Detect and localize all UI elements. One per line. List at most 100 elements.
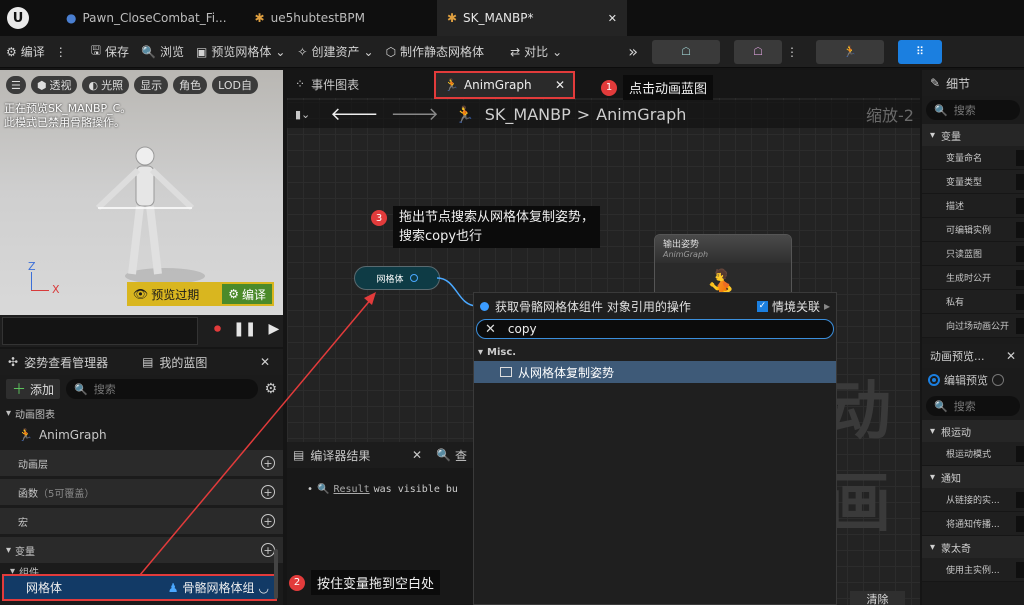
tab-animgraph[interactable]: 🏃 AnimGraph ✕ — [434, 71, 575, 99]
chevron-right-icon: ▸ — [823, 299, 830, 313]
section-root-motion[interactable]: ▾ 根运动 — [922, 420, 1024, 442]
tab-pawn-closecombat[interactable]: ● Pawn_CloseCombat_Fi... — [56, 0, 237, 36]
blueprint-mode-button[interactable]: ⠿ — [898, 39, 942, 64]
compile-button[interactable]: ⚙ 编译 — [0, 36, 51, 68]
compile-options-button[interactable]: ⋮ — [51, 36, 71, 68]
add-circle-icon[interactable]: + — [261, 456, 275, 470]
close-icon[interactable]: ✕ — [412, 448, 422, 462]
close-icon[interactable]: ✕ — [555, 78, 565, 92]
animation-mode-button[interactable]: 🏃 — [816, 39, 884, 64]
viewport-compile-button[interactable]: ⚙ 编译 — [222, 284, 272, 304]
radio-unchecked-icon[interactable] — [992, 374, 1004, 386]
browse-button[interactable]: 🔍 浏览 — [135, 36, 190, 68]
expand-toolbar-icon[interactable]: » — [622, 36, 644, 68]
tab-pose-watch[interactable]: ✣ 姿势查看管理器 — [8, 354, 108, 371]
prop-blueprint-readonly[interactable]: 只读蓝图 — [922, 242, 1024, 266]
mesh-variable-row[interactable]: 网格体 ♟ 骨骼网格体组 ◡ — [2, 574, 277, 601]
tab-details[interactable]: ✎ 细节 — [922, 70, 1024, 96]
character-button[interactable]: 角色 — [173, 76, 208, 94]
bookmark-icon[interactable]: ▮⌄ — [295, 108, 310, 121]
compiler-message-link[interactable]: Result — [333, 484, 369, 495]
action-category-misc[interactable]: ▾ Misc. — [474, 343, 836, 361]
forward-arrow-icon[interactable]: 🡒 — [391, 104, 439, 125]
diff-button[interactable]: ⇄ 对比 ⌄ — [504, 36, 568, 68]
tab-anim-preview[interactable]: 动画预览... ✕ — [922, 344, 1024, 368]
show-button[interactable]: 显示 — [134, 76, 169, 94]
back-arrow-icon[interactable]: 🡐 — [330, 104, 378, 125]
add-circle-icon[interactable]: + — [261, 543, 275, 557]
mode-options-button[interactable]: ⋮ — [782, 36, 802, 68]
tab-find-results[interactable]: 🔍 查 — [436, 447, 467, 464]
close-icon[interactable]: ✕ — [1006, 349, 1016, 363]
variables-label: 变量 — [15, 546, 36, 558]
tab-compiler-results[interactable]: ▤ 编译器结果 ✕ — [293, 447, 422, 464]
gear-icon[interactable]: ⚙ — [264, 381, 277, 397]
preview-mesh-button[interactable]: ▣ 预览网格体 ⌄ — [190, 36, 291, 68]
mesh-get-node[interactable]: 网格体 — [354, 266, 440, 290]
viewport-menu-button[interactable]: ☰ — [6, 76, 26, 94]
context-sensitive-toggle[interactable]: ✓ 情境关联 ▸ — [756, 298, 830, 315]
add-button[interactable]: ＋ 添加 — [6, 379, 61, 399]
scrollbar[interactable] — [274, 549, 278, 599]
clear-button[interactable]: 清除 — [850, 591, 905, 605]
prop-expose-on-spawn[interactable]: 生成时公开 — [922, 266, 1024, 290]
preview-viewport[interactable]: ☰ ⬢ 透视 ◐ 光照 显示 角色 LOD自 正在预览SK_MANBP_C。 此模式… — [0, 70, 283, 315]
skeleton-mode-button[interactable]: ☖ — [652, 39, 720, 64]
anim-layers-row[interactable]: 动画层 + — [0, 450, 283, 476]
save-button[interactable]: 🖫 保存 — [85, 36, 135, 68]
prop-notify-propagate[interactable]: 将通知传播... — [922, 512, 1024, 536]
anim-blueprint-icon: ✱ — [254, 11, 265, 25]
prop-instance-editable[interactable]: 可编辑实例 — [922, 218, 1024, 242]
functions-row[interactable]: 函数（5可覆盖） + — [0, 479, 283, 505]
eye-closed-icon[interactable]: ◡ — [259, 581, 269, 595]
details-search-input[interactable]: 🔍 搜索 — [926, 100, 1020, 120]
output-pin-icon[interactable] — [409, 274, 418, 282]
perspective-button[interactable]: ⬢ 透视 — [30, 76, 78, 94]
lod-button[interactable]: LOD自 — [212, 76, 258, 94]
macros-row[interactable]: 宏 + — [0, 508, 283, 534]
prop-root-motion-mode[interactable]: 根运动模式 — [922, 442, 1024, 466]
tab-my-blueprint[interactable]: ▤ 我的蓝图 ✕ — [142, 354, 270, 371]
section-notify[interactable]: ▾ 通知 — [922, 466, 1024, 488]
unreal-logo-icon[interactable]: U — [0, 0, 36, 36]
breadcrumb-blueprint[interactable]: SK_MANBP — [485, 105, 571, 124]
edit-preview-radio[interactable]: 编辑预览 — [922, 368, 1024, 392]
prop-variable-type[interactable]: 变量类型 — [922, 170, 1024, 194]
make-static-mesh-button[interactable]: ⬡ 制作静态网格体 — [380, 36, 491, 68]
timeline-track[interactable] — [2, 317, 198, 345]
section-montage[interactable]: ▾ 蒙太奇 — [922, 536, 1024, 558]
clear-search-icon[interactable]: ✕ — [485, 322, 496, 337]
lighting-button[interactable]: ◐ 光照 — [82, 76, 130, 94]
tab-event-graph[interactable]: ⁘ 事件图表 — [287, 70, 367, 98]
mesh-mode-button[interactable]: ☖ — [734, 39, 782, 64]
action-search-input[interactable]: ✕ copy — [476, 319, 834, 339]
prop-use-main-instance[interactable]: 使用主实例... — [922, 558, 1024, 582]
prop-expose-cinematics[interactable]: 向过场动画公开 — [922, 314, 1024, 338]
record-icon[interactable]: ⏺ — [214, 321, 221, 337]
tab-sk-manbp[interactable]: ✱ SK_MANBP* ✕ — [436, 0, 627, 36]
prop-variable-name[interactable]: 变量命名 — [922, 146, 1024, 170]
close-icon[interactable]: ✕ — [260, 355, 270, 369]
close-icon[interactable]: ✕ — [608, 12, 617, 25]
prop-notify-linked[interactable]: 从链接的实... — [922, 488, 1024, 512]
add-circle-icon[interactable]: + — [261, 485, 275, 499]
breadcrumb: SK_MANBP > AnimGraph — [485, 105, 687, 124]
section-variable[interactable]: ▾ 变量 — [922, 124, 1024, 146]
animgraph-item[interactable]: 🏃 AnimGraph — [0, 423, 283, 447]
prop-description[interactable]: 描述 — [922, 194, 1024, 218]
action-item-copy-pose[interactable]: 从网格体复制姿势 — [474, 361, 836, 383]
preview-search-input[interactable]: 🔍 搜索 — [926, 396, 1020, 416]
breadcrumb-graph[interactable]: AnimGraph — [596, 105, 686, 124]
pause-icon[interactable]: ❚❚ — [233, 321, 256, 337]
add-circle-icon[interactable]: + — [261, 514, 275, 528]
create-asset-button[interactable]: ✧ 创建资产 ⌄ — [291, 36, 379, 68]
triangle-down-icon: ▾ — [478, 346, 484, 358]
play-icon[interactable]: ▶ — [268, 321, 279, 337]
blueprint-search-input[interactable]: 🔍 搜索 — [66, 379, 259, 399]
triangle-down-icon: ▾ — [930, 541, 936, 553]
prop-private[interactable]: 私有 — [922, 290, 1024, 314]
graph-editor[interactable]: ⁘ 事件图表 🏃 AnimGraph ✕ ▮⌄ 🡐 🡒 🏃 SK_MANBP > … — [287, 70, 920, 605]
section-anim-graphs[interactable]: ▾ 动画图表 — [0, 403, 283, 423]
tab-ue5hubtestbpm[interactable]: ✱ ue5hubtestBPM — [245, 0, 375, 36]
variables-row[interactable]: ▾ 变量 + — [0, 537, 283, 563]
